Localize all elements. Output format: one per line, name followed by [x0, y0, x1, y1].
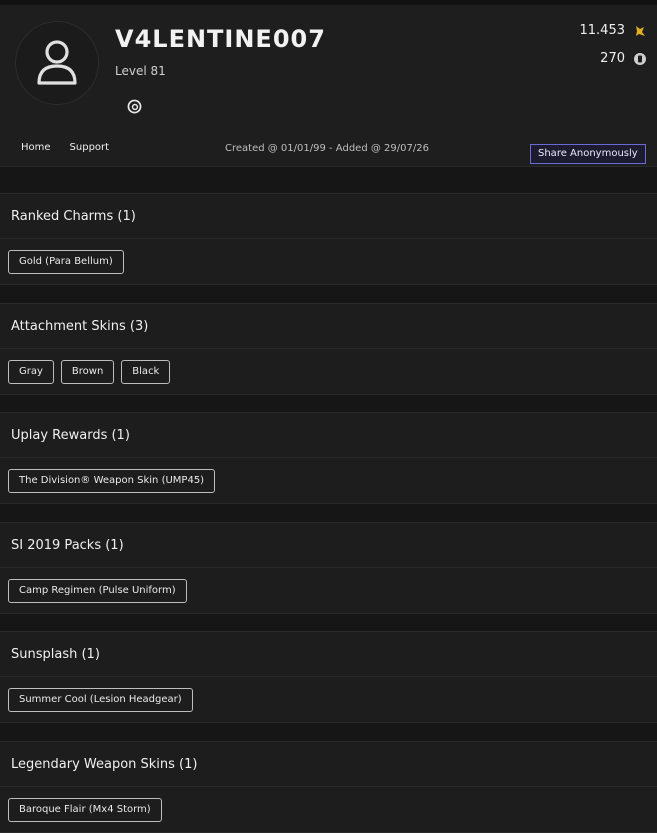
- renown-balance: 11.453: [580, 23, 648, 38]
- section-title: Legendary Weapon Skins (1): [0, 741, 657, 787]
- section-title: Attachment Skins (3): [0, 303, 657, 349]
- section-title: Sunsplash (1): [0, 631, 657, 677]
- profile-header: V4LENTINE007 Level 81 11.453 270 Home Su…: [0, 5, 657, 167]
- item-chip[interactable]: The Division® Weapon Skin (UMP45): [8, 468, 216, 493]
- section-si-2019-packs: SI 2019 Packs (1) Camp Regimen (Pulse Un…: [0, 522, 657, 614]
- uplay-icon[interactable]: [126, 98, 142, 114]
- user-icon: [37, 40, 77, 85]
- item-chip[interactable]: Baroque Flair (Mx4 Storm): [8, 797, 162, 822]
- section-items: Gray Brown Black: [0, 349, 657, 395]
- r6-credits-icon: [634, 52, 646, 65]
- renown-icon: [636, 25, 645, 36]
- nav-support[interactable]: Support: [70, 142, 110, 153]
- section-title: Uplay Rewards (1): [0, 412, 657, 458]
- item-chip[interactable]: Gray: [8, 359, 54, 384]
- share-anonymously-button[interactable]: Share Anonymously: [530, 144, 646, 164]
- renown-value: 11.453: [579, 23, 626, 38]
- section-sunsplash: Sunsplash (1) Summer Cool (Lesion Headge…: [0, 631, 657, 723]
- item-chip[interactable]: Summer Cool (Lesion Headgear): [8, 687, 193, 712]
- credits-balance: 270: [600, 51, 647, 66]
- player-level: Level 81: [115, 64, 166, 78]
- username: V4LENTINE007: [115, 25, 326, 53]
- section-items: The Division® Weapon Skin (UMP45): [0, 458, 657, 504]
- section-ranked-charms: Ranked Charms (1) Gold (Para Bellum): [0, 193, 657, 285]
- section-title: Ranked Charms (1): [0, 193, 657, 239]
- section-title: SI 2019 Packs (1): [0, 522, 657, 568]
- credits-value: 270: [600, 51, 625, 66]
- section-items: Baroque Flair (Mx4 Storm): [0, 787, 657, 833]
- item-chip[interactable]: Brown: [60, 359, 115, 384]
- item-chip[interactable]: Camp Regimen (Pulse Uniform): [8, 578, 187, 603]
- nav-home[interactable]: Home: [21, 142, 51, 153]
- section-items: Summer Cool (Lesion Headgear): [0, 677, 657, 723]
- avatar: [15, 21, 99, 105]
- section-uplay-rewards: Uplay Rewards (1) The Division® Weapon S…: [0, 412, 657, 504]
- item-chip[interactable]: Black: [121, 359, 171, 384]
- section-legendary-weapon-skins: Legendary Weapon Skins (1) Baroque Flair…: [0, 741, 657, 833]
- section-items: Camp Regimen (Pulse Uniform): [0, 568, 657, 614]
- section-items: Gold (Para Bellum): [0, 239, 657, 285]
- created-info: Created @ 01/01/99 - Added @ 29/07/26: [225, 143, 429, 154]
- profile-nav: Home Support: [21, 142, 109, 153]
- item-chip[interactable]: Gold (Para Bellum): [8, 249, 124, 274]
- section-attachment-skins: Attachment Skins (3) Gray Brown Black: [0, 303, 657, 395]
